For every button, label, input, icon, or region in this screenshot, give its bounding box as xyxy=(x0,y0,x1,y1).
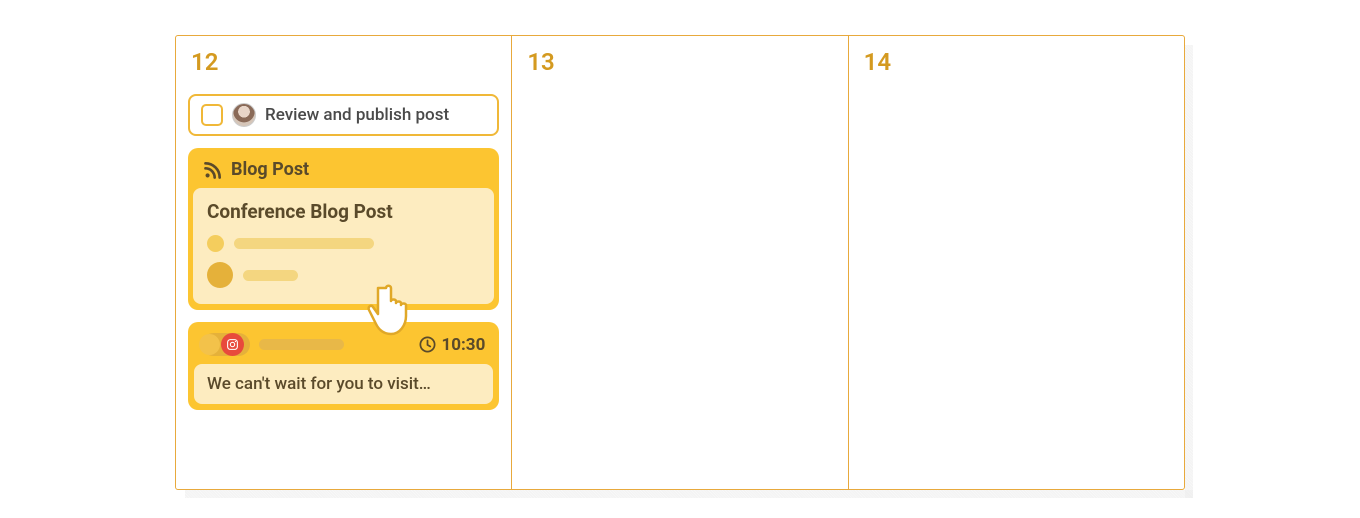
shadow-decoration xyxy=(185,490,1193,498)
placeholder-icon xyxy=(207,262,233,288)
clock-icon xyxy=(418,335,437,354)
task-checkbox[interactable] xyxy=(201,104,223,126)
blog-card-header: Blog Post xyxy=(193,152,494,188)
social-preview-text: We can't wait for you to visit… xyxy=(194,364,493,404)
shadow-decoration xyxy=(1185,45,1193,498)
placeholder-text xyxy=(234,238,374,249)
cursor-pointer-icon xyxy=(364,280,419,340)
calendar-day-column[interactable]: 14 xyxy=(849,36,1184,489)
time-value: 10:30 xyxy=(442,335,486,355)
calendar-day-column[interactable]: 12 Review and publish post Blog Post Con… xyxy=(176,36,512,489)
blog-post-card[interactable]: Blog Post Conference Blog Post xyxy=(188,148,499,310)
social-channel-badge xyxy=(202,333,250,356)
instagram-icon xyxy=(221,333,244,356)
task-label: Review and publish post xyxy=(265,105,449,125)
task-card[interactable]: Review and publish post xyxy=(188,94,499,136)
social-card-header: 10:30 xyxy=(194,327,493,364)
calendar-day-column[interactable]: 13 xyxy=(512,36,848,489)
rss-icon xyxy=(203,160,223,180)
placeholder-row xyxy=(207,235,480,252)
day-number: 14 xyxy=(861,48,1172,76)
placeholder-text xyxy=(243,270,298,281)
calendar-container: 12 Review and publish post Blog Post Con… xyxy=(175,35,1185,490)
scheduled-time: 10:30 xyxy=(418,335,486,355)
day-number: 13 xyxy=(524,48,835,76)
assignee-avatar[interactable] xyxy=(232,103,256,127)
social-post-card[interactable]: 10:30 We can't wait for you to visit… xyxy=(188,322,499,410)
day-number: 12 xyxy=(188,48,499,76)
placeholder-text xyxy=(259,339,344,350)
calendar-grid: 12 Review and publish post Blog Post Con… xyxy=(175,35,1185,490)
blog-type-label: Blog Post xyxy=(231,159,309,180)
placeholder-row xyxy=(207,262,480,288)
blog-card-body: Conference Blog Post xyxy=(193,188,494,304)
placeholder-icon xyxy=(207,235,224,252)
blog-title: Conference Blog Post xyxy=(207,200,480,223)
